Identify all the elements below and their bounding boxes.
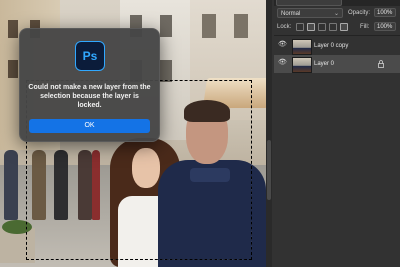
lock-label: Lock:	[277, 24, 292, 30]
blend-mode-dropdown[interactable]: Normal ⌄	[277, 8, 343, 18]
lock-all-icon[interactable]	[340, 23, 348, 31]
visibility-eye-icon[interactable]: 👁	[278, 59, 287, 66]
layer-row[interactable]: 👁 Layer 0 copy	[274, 37, 400, 55]
photo-window	[160, 15, 172, 37]
blend-mode-value: Normal	[281, 11, 301, 17]
visibility-eye-icon[interactable]: 👁	[278, 41, 287, 48]
photo-window	[234, 14, 248, 38]
canvas-scrollbar[interactable]	[266, 0, 272, 267]
opacity-field[interactable]: 100%	[374, 8, 396, 17]
panel-divider	[274, 35, 400, 36]
photo-window	[202, 14, 216, 38]
lock-fill-row: Lock: Fill: 100%	[274, 22, 400, 34]
lock-transparent-pixels-icon[interactable]	[296, 23, 304, 31]
layer-filter-kind-dropdown[interactable]	[276, 0, 342, 6]
dialog-message: Could not make a new layer from the sele…	[28, 84, 151, 109]
photo-window	[8, 60, 18, 78]
layer-thumbnail	[292, 57, 312, 73]
layer-name[interactable]: Layer 0 copy	[314, 37, 348, 55]
lock-icon	[378, 60, 384, 68]
lock-artboard-icon[interactable]	[329, 23, 337, 31]
error-dialog: Ps Could not make a new layer from the s…	[19, 28, 160, 142]
fill-field[interactable]: 100%	[374, 22, 396, 31]
layer-row-selected[interactable]: 👁 Layer 0	[274, 55, 400, 73]
lock-position-icon[interactable]	[318, 23, 326, 31]
photo-window	[8, 20, 18, 38]
photoshop-app-icon: Ps	[75, 41, 105, 71]
photo-pedestrian	[4, 150, 18, 220]
layer-name[interactable]: Layer 0	[314, 55, 334, 73]
fill-label: Fill:	[360, 24, 370, 30]
opacity-label: Opacity:	[348, 10, 371, 16]
app-icon-label: Ps	[82, 49, 98, 63]
ok-button[interactable]: OK	[29, 119, 150, 133]
blend-opacity-row: Normal ⌄ Opacity: 100%	[274, 8, 400, 20]
photo-window	[160, 60, 172, 82]
scrollbar-thumb[interactable]	[267, 140, 271, 200]
lock-image-pixels-icon[interactable]	[307, 23, 315, 31]
chevron-down-icon: ⌄	[333, 11, 339, 17]
layer-thumbnail	[292, 39, 312, 55]
